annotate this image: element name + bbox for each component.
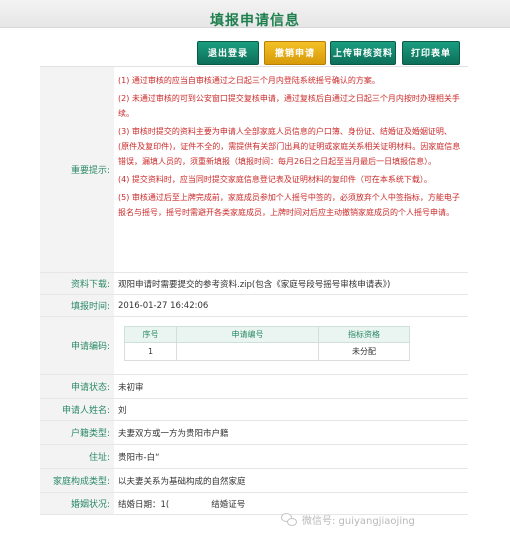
family-type-row: 家庭构成类型: 以夫妻关系为基础构成的自然家庭 [40, 469, 468, 493]
important-tips-label: 重要提示: [40, 67, 114, 272]
tip-item: (3) 审核时提交的资料主要为申请人全部家庭人员信息的户口簿、身份证、结婚证及婚… [118, 127, 461, 166]
application-code-label: 申请编码: [40, 317, 114, 374]
important-tips-row: 重要提示: (1) 通过审核的应当自审核通过之日起三个月内登陆系统摇号确认的方案… [40, 67, 468, 273]
fill-time-row: 填报时间: 2016-01-27 16:42:06 [40, 295, 468, 317]
hukou-label: 户籍类型: [40, 421, 114, 444]
hukou-value: 夫妻双方或一方为贵阳市户籍 [118, 428, 229, 439]
upload-review-materials-button[interactable]: 上传审核资料 [330, 41, 396, 65]
row-code [176, 342, 319, 361]
logout-button[interactable]: 退出登录 [197, 41, 259, 65]
wechat-icon [281, 512, 297, 527]
address-value: 贵阳市-白“ [118, 452, 160, 463]
address-row: 住址: 贵阳市-白“ [40, 445, 468, 469]
status-label: 申请状态: [40, 375, 114, 398]
column-header: 指标资格 [318, 326, 410, 343]
fill-time-value: 2016-01-27 16:42:06 [118, 300, 209, 311]
withdraw-application-button[interactable]: 撤销申请 [264, 41, 326, 65]
application-form: 重要提示: (1) 通过审核的应当自审核通过之日起三个月内登陆系统摇号确认的方案… [40, 66, 468, 515]
page-title: 填报申请信息 [210, 13, 300, 29]
family-type-label: 家庭构成类型: [40, 469, 114, 492]
watermark: 微信号: guiyangjiaojing [281, 512, 415, 527]
marriage-label: 婚姻状况: [40, 493, 114, 514]
status-value: 未初审 [118, 382, 144, 393]
tip-item: (1) 通过审核的应当自审核通过之日起三个月内登陆系统摇号确认的方案。 [118, 76, 380, 85]
application-code-table: 序号 申请编号 指标资格 1 未分配 [124, 326, 410, 361]
tip-item: (2) 未通过审核的可到公安窗口提交复核申请，通过复核后自通过之日起三个月内按时… [118, 94, 460, 118]
row-status: 未分配 [318, 342, 410, 361]
applicant-value: 刘 [118, 405, 127, 416]
download-label: 资料下载: [40, 273, 114, 294]
marriage-date: 结婚日期：1( [118, 499, 170, 510]
download-row: 资料下载: 观阳申请时需要提交的参考资料.zip(包含《家庭号段号摇号审核申请表… [40, 273, 468, 295]
application-code-row: 申请编码: 序号 申请编号 指标资格 1 未分配 [40, 317, 468, 375]
column-header: 申请编号 [176, 326, 319, 343]
download-link[interactable]: 观阳申请时需要提交的参考资料.zip(包含《家庭号段号摇号审核申请表》) [118, 273, 468, 294]
fill-time-label: 填报时间: [40, 295, 114, 316]
status-row: 申请状态: 未初审 [40, 375, 468, 399]
family-type-value: 以夫妻关系为基础构成的自然家庭 [118, 476, 246, 487]
column-header: 序号 [124, 326, 177, 343]
table-row: 1 未分配 [124, 342, 410, 361]
hukou-row: 户籍类型: 夫妻双方或一方为贵阳市户籍 [40, 421, 468, 445]
tip-item: (5) 审核通过后至上牌完成前，家庭成员参加个人摇号中签的，必须放弃个人中签指标… [118, 193, 460, 217]
applicant-label: 申请人姓名: [40, 399, 114, 420]
print-form-button[interactable]: 打印表单 [402, 41, 460, 65]
row-index: 1 [124, 342, 177, 361]
important-tips-content: (1) 通过审核的应当自审核通过之日起三个月内登陆系统摇号确认的方案。 (2) … [118, 67, 468, 272]
marriage-value: 结婚日期：1( 结婚证号 [118, 493, 468, 514]
tip-item: (4) 提交资料时，应当同时提交家庭信息登记表及证明材料的复印件（可在本系统下载… [118, 175, 432, 184]
address-label: 住址: [40, 445, 114, 468]
marriage-certificate: 结婚证号 [211, 499, 246, 510]
watermark-text: 微信号: guiyangjiaojing [302, 516, 415, 527]
applicant-row: 申请人姓名: 刘 [40, 399, 468, 421]
